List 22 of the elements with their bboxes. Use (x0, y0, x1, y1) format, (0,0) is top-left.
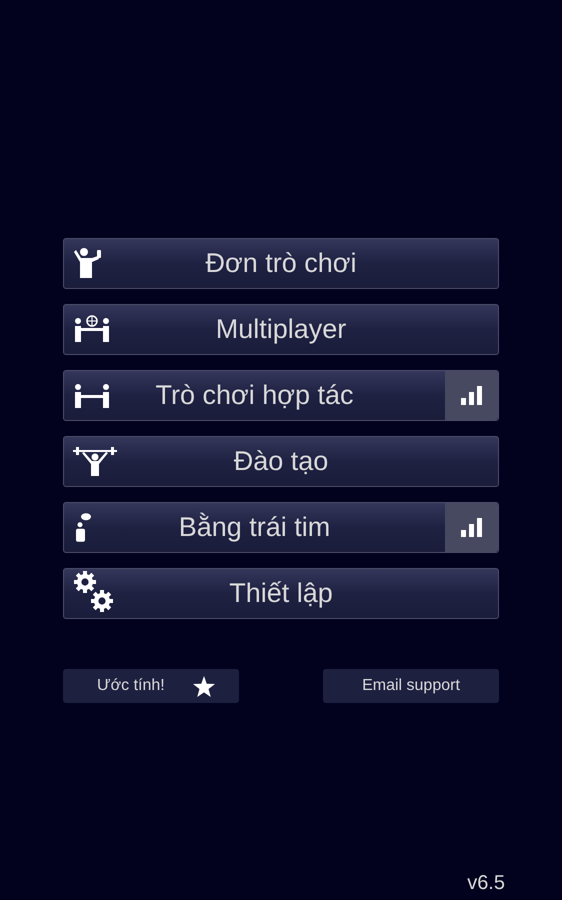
menu-label: Multiplayer (216, 313, 346, 346)
menu-button[interactable]: Thiết lập (63, 568, 499, 619)
leaderboard-button[interactable] (445, 371, 498, 420)
bar-chart-icon (460, 518, 482, 537)
rate-button[interactable]: Ước tính! (63, 669, 239, 703)
menu-label: Đào tạo (234, 445, 328, 478)
speaking-person-icon (76, 513, 92, 542)
version-label: v6.5 (467, 871, 505, 896)
leaderboard-button[interactable] (445, 503, 498, 552)
menu-button[interactable]: Đơn trò chơi (63, 238, 499, 289)
email-support-button[interactable]: Email support (323, 669, 499, 703)
menu-button[interactable]: Bằng trái tim (63, 502, 499, 553)
bar-chart-icon (460, 386, 482, 405)
menu-label: Đơn trò chơi (206, 247, 356, 280)
menu-button[interactable]: Multiplayer (63, 304, 499, 355)
menu-label: Thiết lập (229, 577, 333, 610)
menu-label: Trò chơi hợp tác (156, 379, 354, 412)
menu-button[interactable]: Đào tạo (63, 436, 499, 487)
menu-label: Bằng trái tim (178, 511, 330, 544)
star-icon (192, 676, 215, 696)
menu-button[interactable]: Trò chơi hợp tác (63, 370, 499, 421)
gears-icon (72, 569, 116, 615)
